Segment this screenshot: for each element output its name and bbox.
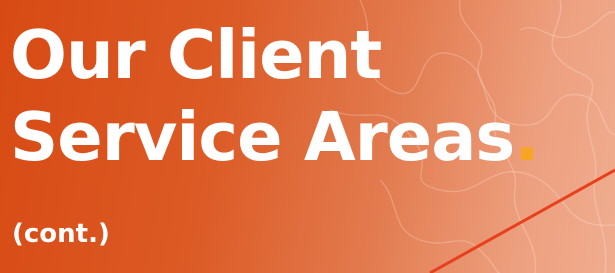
title-line-2: Service Areas.: [10, 96, 540, 178]
page-subtitle: (cont.): [12, 219, 110, 249]
title-period: .: [514, 98, 539, 176]
title-line-1: Our Client: [10, 16, 382, 94]
page-title: Our Client Service Areas.: [10, 14, 540, 178]
title-banner: Our Client Service Areas. (cont.): [0, 0, 615, 273]
title-line-2-text: Service Areas: [10, 98, 515, 176]
accent-line: [429, 168, 615, 273]
